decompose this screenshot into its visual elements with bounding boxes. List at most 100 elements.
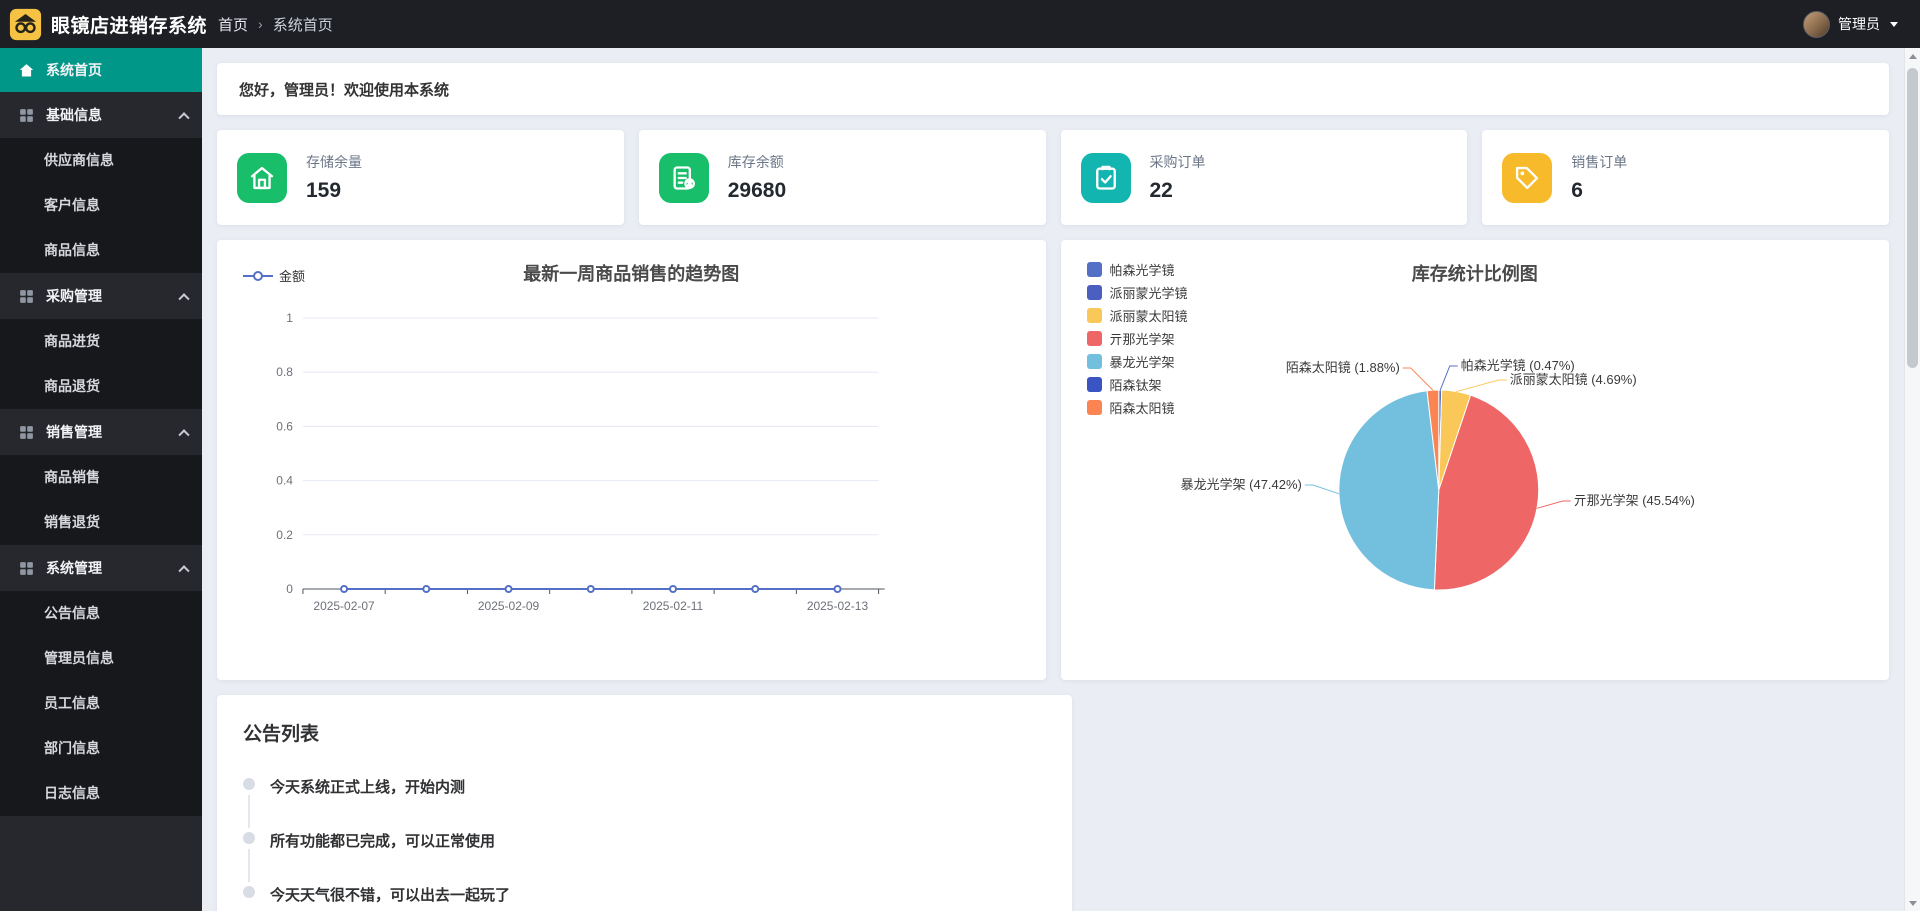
line-chart-card: 金额 最新一周商品销售的趋势图 0 0.2 0.4 0.6 0.8 1 2025-02-07… (217, 240, 1046, 680)
legend-label: 陌森太阳镜 (1109, 401, 1175, 416)
storage-icon (237, 152, 287, 203)
welcome-banner: 您好，管理员！欢迎使用本系统 (217, 63, 1889, 115)
legend-color-chip (1086, 400, 1102, 415)
legend-label: 亓那光学架 (1109, 332, 1175, 347)
sidebar-subitem[interactable]: 员工信息 (0, 681, 202, 726)
sidebar-group[interactable]: 销售管理 (0, 409, 202, 455)
sidebar-subitem[interactable]: 商品进货 (0, 319, 202, 364)
home-icon (18, 62, 35, 79)
pie-legend-item[interactable]: 派丽蒙光学镜 (1086, 285, 1188, 301)
grid-icon (18, 560, 35, 577)
sidebar-subitem[interactable]: 商品销售 (0, 455, 202, 500)
data-point-marker[interactable] (504, 585, 513, 593)
welcome-text: 您好，管理员！欢迎使用本系统 (239, 81, 450, 99)
sidebar-item-label: 采购管理 (46, 288, 102, 304)
main-content: 您好，管理员！欢迎使用本系统 存储余量 159 库存余额 29680 采购订单 22 销售订… (202, 48, 1904, 911)
pie-slice[interactable] (1337, 390, 1439, 591)
y-axis-tick-label: 0 (286, 582, 293, 596)
stats-row: 存储余量 159 库存余额 29680 采购订单 22 销售订单 6 (217, 130, 1889, 225)
chevron-down-icon (1890, 21, 1898, 27)
pie-chart-title: 库存统计比例图 (1411, 264, 1538, 284)
pie-legend-item[interactable]: 派丽蒙太阳镜 (1086, 308, 1188, 324)
x-axis-tick-label: 2025-02-09 (478, 599, 540, 613)
data-point-marker[interactable] (586, 585, 595, 593)
charts-row: 金额 最新一周商品销售的趋势图 0 0.2 0.4 0.6 0.8 1 2025-02-07… (217, 240, 1889, 680)
scroll-down-arrow-icon[interactable] (1905, 895, 1920, 911)
glasses-shop-logo-icon (9, 8, 42, 41)
legend-color-chip (1086, 331, 1102, 346)
scrollbar-thumb[interactable] (1907, 68, 1918, 368)
pie-legend-item[interactable]: 亓那光学架 (1086, 331, 1188, 347)
sidebar-group[interactable]: 基础信息 (0, 92, 202, 138)
sidebar-subitem[interactable]: 部门信息 (0, 726, 202, 771)
stat-text: 库存余额 29680 (728, 152, 786, 203)
grid-icon (18, 107, 35, 124)
data-point-marker[interactable] (833, 585, 842, 593)
y-axis-tick-label: 0.2 (276, 528, 293, 542)
chevron-up-icon (178, 112, 190, 124)
data-point-marker[interactable] (340, 585, 349, 593)
legend-label: 陌森钛架 (1109, 378, 1162, 393)
announcement-text: 今天天气很不错，可以出去一起玩了 (270, 887, 511, 904)
user-menu[interactable]: 管理员 (1803, 10, 1920, 38)
bottom-row: 公告列表 今天系统正式上线，开始内测 所有功能都已完成，可以正常使用 今天天气很不错… (217, 695, 1889, 911)
stat-value: 159 (306, 179, 342, 202)
sidebar-group[interactable]: 采购管理 (0, 273, 202, 319)
stat-card: 采购订单 22 (1060, 130, 1468, 225)
stat-value: 29680 (727, 179, 787, 202)
sidebar-subitem[interactable]: 客户信息 (0, 183, 202, 228)
stat-label: 库存余额 (727, 154, 784, 170)
stat-text: 存储余量 159 (306, 152, 362, 203)
pie-label-line (1439, 365, 1458, 391)
sidebar-submenu: 供应商信息 客户信息 商品信息 (0, 138, 202, 273)
sales-order-icon (1502, 152, 1553, 203)
data-point-marker[interactable] (669, 585, 678, 593)
legend-color-chip (1086, 354, 1102, 369)
scroll-up-arrow-icon[interactable] (1905, 48, 1920, 64)
pie-slice-label: 陌森太阳镜 (1.88%) (1285, 360, 1399, 375)
legend-label: 暴龙光学架 (1109, 355, 1175, 370)
chevron-up-icon (178, 429, 190, 441)
stat-card: 存储余量 159 (217, 130, 624, 225)
breadcrumb-current: 系统首页 (272, 16, 333, 34)
breadcrumb-separator-icon: › (258, 16, 263, 32)
sidebar-subitem[interactable]: 公告信息 (0, 591, 202, 636)
sidebar-subitem[interactable]: 商品信息 (0, 228, 202, 273)
pie-slice-label: 暴龙光学架 (47.42%) (1180, 477, 1301, 492)
x-axis-tick-label: 2025-02-07 (313, 599, 375, 613)
pie-label-line (1536, 500, 1571, 509)
sidebar-subitem[interactable]: 管理员信息 (0, 636, 202, 681)
pie-label-line (1402, 367, 1433, 391)
data-point-marker[interactable] (422, 585, 431, 593)
breadcrumb-home[interactable]: 首页 (218, 14, 248, 35)
announcement-text: 今天系统正式上线，开始内测 (270, 779, 466, 796)
purchase-order-icon (1080, 152, 1131, 203)
sidebar-item-label: 系统首页 (46, 62, 102, 78)
sidebar-item[interactable]: 系统首页 (0, 48, 202, 92)
pie-slice-label: 派丽蒙太阳镜 (4.69%) (1509, 372, 1636, 387)
line-chart-title: 最新一周商品销售的趋势图 (523, 264, 740, 284)
sidebar-subitem[interactable]: 商品退货 (0, 364, 202, 409)
sidebar: 系统首页基础信息 供应商信息 客户信息 商品信息采购管理商品进货 商品退货 销售管理 商品销… (0, 48, 202, 911)
x-axis-tick-label: 2025-02-11 (643, 599, 704, 613)
pie-legend-item[interactable]: 陌森钛架 (1086, 377, 1188, 393)
announcement-item: 今天系统正式上线，开始内测 (243, 776, 1046, 830)
stat-text: 销售订单 6 (1571, 152, 1627, 203)
stat-value: 6 (1571, 179, 1583, 202)
sidebar-subitem[interactable]: 日志信息 (0, 771, 202, 816)
chevron-up-icon (178, 293, 190, 305)
sidebar-subitem[interactable]: 销售退货 (0, 500, 202, 545)
page-scrollbar[interactable] (1904, 48, 1920, 911)
logo-area: 眼镜店进销存系统 (0, 8, 207, 41)
pie-legend-item[interactable]: 陌森太阳镜 (1086, 400, 1188, 416)
sidebar-subitem[interactable]: 供应商信息 (0, 138, 202, 183)
user-name: 管理员 (1838, 16, 1880, 32)
sidebar-submenu: 商品进货 商品退货 (0, 319, 202, 409)
pie-chart-card: 帕森光学镜 派丽蒙光学镜 派丽蒙太阳镜 亓那光学架 暴龙光学架 陌森钛架 陌森太阳镜 库存统… (1060, 240, 1889, 680)
data-point-marker[interactable] (751, 585, 760, 593)
sidebar-group[interactable]: 系统管理 (0, 545, 202, 591)
announcements-card: 公告列表 今天系统正式上线，开始内测 所有功能都已完成，可以正常使用 今天天气很不错… (217, 695, 1072, 911)
pie-legend-item[interactable]: 暴龙光学架 (1086, 354, 1188, 370)
app-title: 眼镜店进销存系统 (51, 15, 208, 37)
stat-text: 采购订单 22 (1150, 152, 1206, 203)
